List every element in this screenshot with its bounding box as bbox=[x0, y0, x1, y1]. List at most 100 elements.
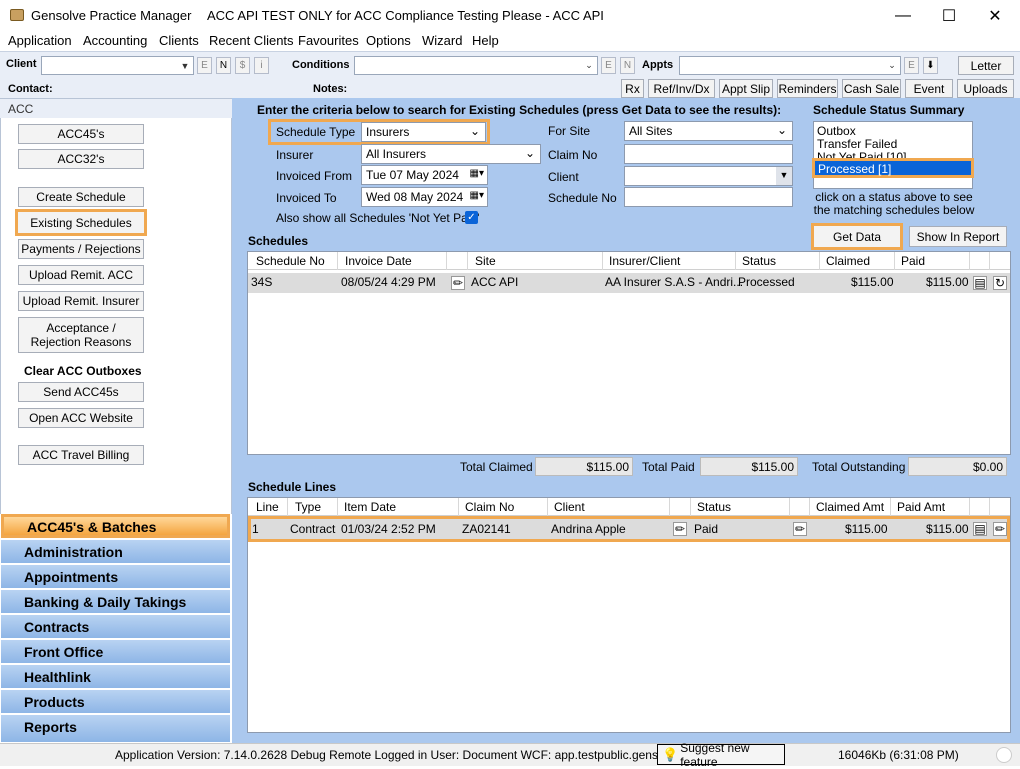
conditions-e-button[interactable]: E bbox=[601, 57, 616, 74]
nav-healthlink[interactable]: Healthlink bbox=[1, 665, 230, 689]
menu-accounting[interactable]: Accounting bbox=[83, 33, 147, 48]
show-in-report-button[interactable]: Show In Report bbox=[909, 226, 1007, 247]
col-item-date[interactable]: Item Date bbox=[344, 500, 396, 514]
get-data-button[interactable]: Get Data bbox=[811, 223, 903, 250]
nav-contracts[interactable]: Contracts bbox=[1, 615, 230, 639]
client-select[interactable]: ▼ bbox=[624, 166, 793, 186]
menu-help[interactable]: Help bbox=[472, 33, 499, 48]
existing-schedules-button[interactable]: Existing Schedules bbox=[15, 209, 147, 236]
menu-recent-clients[interactable]: Recent Clients bbox=[209, 33, 294, 48]
edit-icon[interactable]: ✏ bbox=[451, 276, 465, 290]
payments-rejections-button[interactable]: Payments / Rejections bbox=[18, 239, 144, 259]
chevron-down-icon[interactable]: ▼ bbox=[776, 167, 792, 185]
close-icon[interactable]: ✕ bbox=[972, 0, 1018, 31]
acc32s-button[interactable]: ACC32's bbox=[18, 149, 144, 169]
client-info-button[interactable]: i bbox=[254, 57, 269, 74]
upload-remit-acc-button[interactable]: Upload Remit. ACC bbox=[18, 265, 144, 285]
maximize-icon[interactable]: ☐ bbox=[926, 0, 972, 31]
appts-combo[interactable]: ⌄ bbox=[679, 56, 901, 75]
appt-slip-button[interactable]: Appt Slip bbox=[719, 79, 773, 98]
col-type[interactable]: Type bbox=[295, 500, 321, 514]
menu-options[interactable]: Options bbox=[366, 33, 411, 48]
conditions-combo[interactable]: ⌄ bbox=[354, 56, 598, 75]
create-schedule-button[interactable]: Create Schedule bbox=[18, 187, 144, 207]
calendar-icon[interactable]: ▦▾ bbox=[470, 190, 484, 201]
event-button[interactable]: Event bbox=[905, 79, 953, 98]
col-line[interactable]: Line bbox=[256, 500, 279, 514]
nav-administration[interactable]: Administration bbox=[1, 540, 230, 564]
reminders-button[interactable]: Reminders bbox=[777, 79, 838, 98]
nav-appointments[interactable]: Appointments bbox=[1, 565, 230, 589]
chevron-down-icon[interactable]: ⌄ bbox=[581, 57, 597, 74]
col-invoice-date[interactable]: Invoice Date bbox=[345, 254, 412, 268]
client-combo[interactable]: ▼ bbox=[41, 56, 194, 75]
calendar-icon[interactable]: ▦▾ bbox=[470, 168, 484, 179]
menu-favourites[interactable]: Favourites bbox=[298, 33, 359, 48]
for-site-select[interactable]: All Sites ⌄ bbox=[624, 121, 793, 141]
col-paid[interactable]: Paid bbox=[901, 254, 925, 268]
chevron-down-icon[interactable]: ⌄ bbox=[884, 57, 900, 74]
report-icon[interactable]: ▤ bbox=[973, 276, 987, 290]
acc45s-button[interactable]: ACC45's bbox=[18, 124, 144, 144]
acceptance-rejection-reasons-button[interactable]: Acceptance / Rejection Reasons bbox=[18, 317, 144, 353]
appts-e-button[interactable]: E bbox=[904, 57, 919, 74]
invoiced-to-date[interactable]: Wed 08 May 2024 ▦▾ bbox=[361, 187, 488, 207]
col-status[interactable]: Status bbox=[742, 254, 776, 268]
status-outbox[interactable]: Outbox bbox=[817, 124, 856, 138]
cash-sale-button[interactable]: Cash Sale bbox=[842, 79, 901, 98]
refresh-icon[interactable]: ↻ bbox=[993, 276, 1007, 290]
status-summary-list[interactable]: Outbox Transfer Failed Not Yet Paid [10] bbox=[813, 121, 973, 189]
col-claim-no[interactable]: Claim No bbox=[465, 500, 514, 514]
invoiced-from-date[interactable]: Tue 07 May 2024 ▦▾ bbox=[361, 165, 488, 185]
chevron-down-icon[interactable]: ⌄ bbox=[470, 124, 480, 138]
client-n-button[interactable]: N bbox=[216, 57, 231, 74]
conditions-label: Conditions bbox=[292, 59, 350, 71]
col-claimed[interactable]: Claimed bbox=[826, 254, 870, 268]
schedule-type-select[interactable]: Insurers ⌄ bbox=[361, 122, 486, 142]
status-processed[interactable]: Processed [1] bbox=[812, 158, 974, 178]
chevron-down-icon[interactable]: ⌄ bbox=[525, 146, 535, 160]
claim-no-input[interactable] bbox=[624, 144, 793, 164]
suggest-feature-button[interactable]: 💡 Suggest new feature bbox=[657, 741, 785, 769]
edit-icon[interactable]: ✏ bbox=[673, 522, 687, 536]
open-acc-website-button[interactable]: Open ACC Website bbox=[18, 408, 144, 428]
acc-travel-billing-button[interactable]: ACC Travel Billing bbox=[18, 445, 144, 465]
col-schedule-no[interactable]: Schedule No bbox=[256, 254, 325, 268]
col-client[interactable]: Client bbox=[554, 500, 585, 514]
nav-banking-daily-takings[interactable]: Banking & Daily Takings bbox=[1, 590, 230, 614]
nav-reports[interactable]: Reports bbox=[1, 715, 230, 743]
send-acc45s-button[interactable]: Send ACC45s bbox=[18, 382, 144, 402]
nav-products[interactable]: Products bbox=[1, 690, 230, 714]
upload-remit-insurer-button[interactable]: Upload Remit. Insurer bbox=[18, 291, 144, 311]
status-transfer-failed[interactable]: Transfer Failed bbox=[817, 137, 897, 151]
nav-front-office[interactable]: Front Office bbox=[1, 640, 230, 664]
col-claimed-amt[interactable]: Claimed Amt bbox=[816, 500, 884, 514]
col-line-status[interactable]: Status bbox=[697, 500, 731, 514]
table-row[interactable]: 1 Contract 01/03/24 2:52 PM ZA02141 Andr… bbox=[248, 516, 1010, 542]
nav-acc45s-batches[interactable]: ACC45's & Batches bbox=[1, 514, 230, 538]
download-icon[interactable]: ⬇ bbox=[923, 57, 938, 74]
menu-application[interactable]: Application bbox=[8, 33, 72, 48]
menu-clients[interactable]: Clients bbox=[159, 33, 199, 48]
schedule-no-input[interactable] bbox=[624, 187, 793, 207]
client-e-button[interactable]: E bbox=[197, 57, 212, 74]
col-insurer-client[interactable]: Insurer/Client bbox=[609, 254, 680, 268]
col-paid-amt[interactable]: Paid Amt bbox=[897, 500, 945, 514]
ref-inv-dx-button[interactable]: Ref/Inv/Dx bbox=[648, 79, 715, 98]
edit-icon[interactable]: ✏ bbox=[793, 522, 807, 536]
conditions-n-button[interactable]: N bbox=[620, 57, 635, 74]
also-show-checkbox[interactable]: ✓ bbox=[465, 211, 478, 224]
minimize-icon[interactable]: — bbox=[880, 0, 926, 31]
rx-button[interactable]: Rx bbox=[621, 79, 644, 98]
chevron-down-icon[interactable]: ▼ bbox=[177, 57, 193, 74]
col-site[interactable]: Site bbox=[475, 254, 496, 268]
chevron-down-icon[interactable]: ⌄ bbox=[777, 123, 787, 137]
letter-button[interactable]: Letter bbox=[958, 56, 1014, 75]
insurer-select[interactable]: All Insurers ⌄ bbox=[361, 144, 541, 164]
table-row[interactable]: 34S 08/05/24 4:29 PM ✏ ACC API AA Insure… bbox=[248, 273, 1010, 293]
client-dollar-button[interactable]: $ bbox=[235, 57, 250, 74]
menu-wizard[interactable]: Wizard bbox=[422, 33, 462, 48]
report-icon[interactable]: ▤ bbox=[973, 522, 987, 536]
uploads-button[interactable]: Uploads bbox=[957, 79, 1014, 98]
edit-icon[interactable]: ✏ bbox=[993, 522, 1007, 536]
